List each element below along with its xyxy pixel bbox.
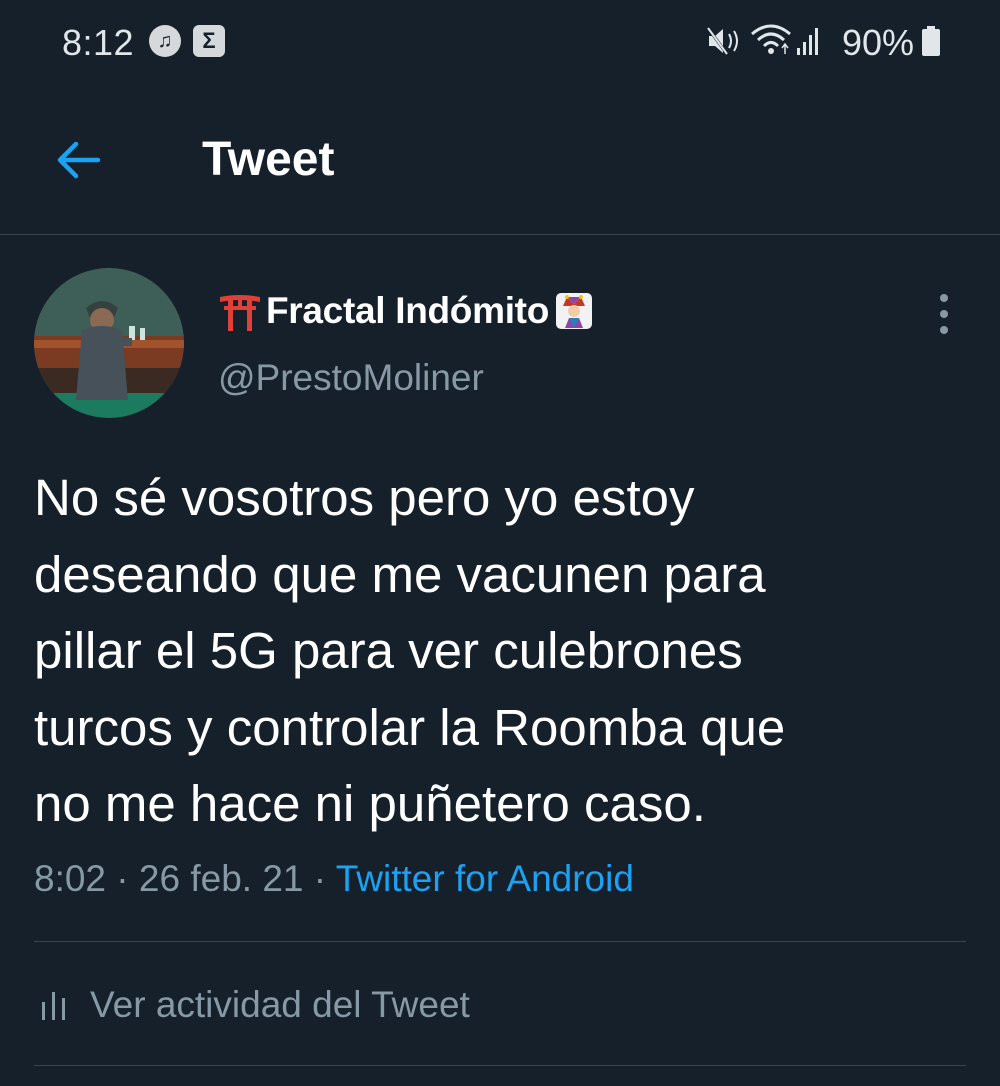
status-time: 8:12 (62, 22, 135, 63)
meta-separator: · (313, 858, 327, 899)
sigma-icon: Σ (193, 25, 225, 57)
jester-card-icon (556, 293, 592, 329)
avatar-image (34, 268, 184, 418)
tweet-meta: 8:02 · 26 feb. 21 · Twitter for Android (34, 858, 634, 900)
bar-chart-icon (42, 992, 65, 1020)
tweet-source-link[interactable]: Twitter for Android (336, 858, 634, 899)
more-options-button[interactable] (926, 290, 962, 338)
meta-separator: · (116, 858, 129, 899)
tweet-time: 8:02 (34, 858, 107, 899)
view-activity-button[interactable]: Ver actividad del Tweet (34, 980, 470, 1030)
torii-gate-icon (220, 295, 260, 331)
more-dot (940, 310, 948, 318)
page-title: Tweet (202, 133, 335, 186)
mute-icon (707, 27, 738, 55)
user-handle[interactable]: @PrestoMoliner (218, 357, 484, 399)
arrow-left-icon (57, 141, 101, 179)
tweet-text: No sé vosotros pero yo estoy deseando qu… (34, 469, 786, 832)
more-dot (940, 294, 948, 302)
display-name-text: Fractal Indómito (266, 290, 549, 331)
display-name[interactable]: Fractal Indómito (218, 288, 593, 334)
music-icon: ♫ (149, 25, 181, 57)
more-dot (940, 326, 948, 334)
signal-icon (797, 28, 818, 55)
tweet-date: 26 feb. 21 (138, 858, 304, 899)
battery-icon (922, 26, 940, 56)
status-bar: 8:12 ♫ Σ 90% (0, 0, 1000, 88)
top-app-bar: Tweet (0, 88, 1000, 235)
divider (34, 941, 966, 942)
divider (34, 1065, 966, 1066)
wifi-icon (751, 24, 791, 54)
view-activity-label: Ver actividad del Tweet (90, 984, 470, 1025)
back-button[interactable] (48, 136, 108, 184)
avatar[interactable] (34, 268, 184, 418)
battery-percent: 90% (842, 22, 915, 63)
